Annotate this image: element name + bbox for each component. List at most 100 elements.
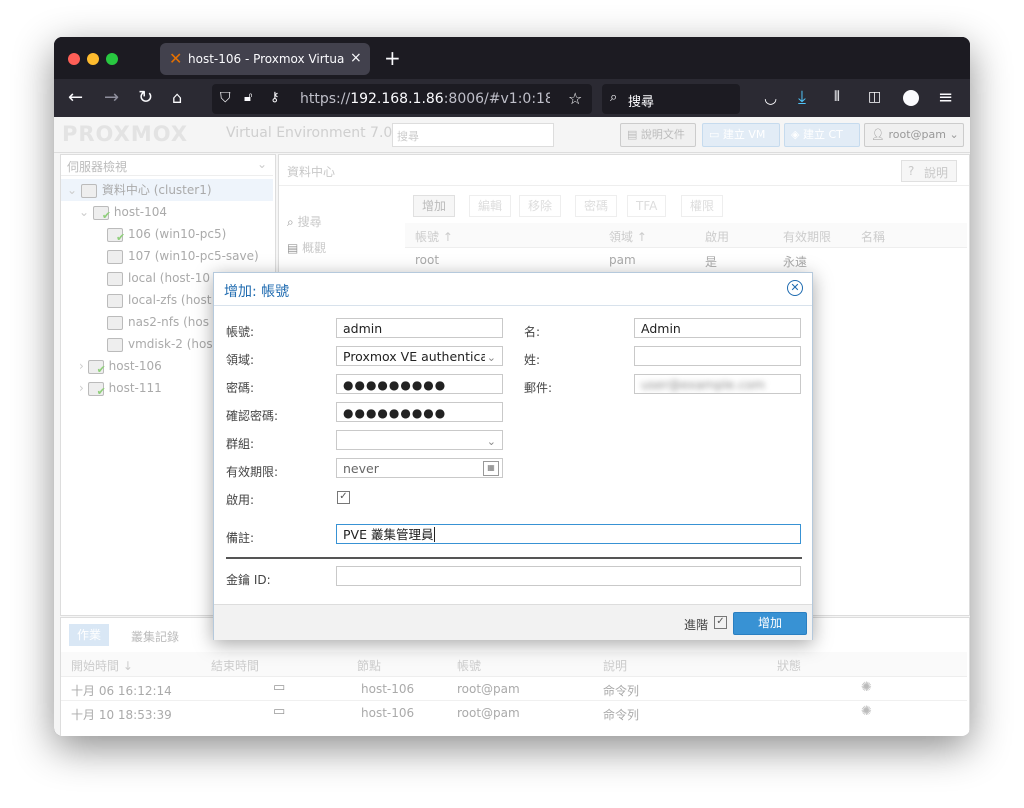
- toolbar-permission-button[interactable]: 權限: [681, 195, 724, 217]
- tree-item-vm-107[interactable]: 107 (win10-pc5-save): [107, 245, 259, 267]
- side-menu-overview[interactable]: ▤ 概觀: [287, 239, 326, 256]
- tree-item-storage-local[interactable]: local (host-10: [107, 267, 210, 289]
- lock-icon[interactable]: 🔓︎: [244, 90, 252, 105]
- advanced-checkbox[interactable]: ✓: [714, 616, 727, 629]
- add-button[interactable]: 增加: [733, 612, 807, 635]
- keyid-input[interactable]: [336, 566, 801, 586]
- library-icon[interactable]: ⫴: [834, 89, 840, 105]
- password-label: 密碼:: [226, 381, 255, 395]
- account-avatar-icon[interactable]: [903, 90, 919, 106]
- column-header[interactable]: 名稱: [861, 228, 885, 245]
- column-header[interactable]: 帳號: [457, 657, 481, 674]
- shield-icon[interactable]: ⛉: [220, 90, 231, 106]
- url-bar[interactable]: ⛉ 🔓︎ ⚷ https://192.168.1.86:8006/#v1:0:1…: [212, 84, 592, 114]
- realm-value: Proxmox VE authenticat: [343, 349, 493, 364]
- new-tab-button[interactable]: +: [384, 46, 401, 70]
- zoom-window-button[interactable]: [106, 53, 118, 65]
- side-menu-search[interactable]: ⌕ 搜尋: [287, 213, 322, 230]
- column-header[interactable]: 節點: [357, 657, 381, 674]
- browser-search-placeholder: 搜尋: [628, 95, 655, 110]
- back-arrow-icon[interactable]: ←: [68, 87, 83, 108]
- expire-date-input[interactable]: never ▦: [336, 458, 503, 478]
- column-header[interactable]: 狀態: [777, 657, 801, 674]
- tree-item-datacenter[interactable]: ⌄ 資料中心 (cluster1): [61, 179, 273, 201]
- close-icon[interactable]: ✕: [787, 280, 803, 296]
- tree-item-storage-local-zfs[interactable]: local-zfs (host: [107, 289, 211, 311]
- calendar-icon[interactable]: ▦: [483, 461, 499, 476]
- browser-tab[interactable]: ✕ host-106 - Proxmox Virtual Envir ×: [160, 43, 370, 75]
- download-icon[interactable]: ⤓: [798, 87, 806, 108]
- docs-button[interactable]: ▤ 說明文件: [620, 123, 696, 147]
- column-header[interactable]: 啟用: [705, 228, 729, 245]
- view-selector[interactable]: 伺服器檢視 ⌄: [61, 155, 273, 176]
- table-row[interactable]: 十月 10 18:53:39 ▭ host-106 root@pam 命令列 ✺: [61, 702, 967, 724]
- email-input[interactable]: user@example.com: [634, 374, 801, 394]
- minimize-window-button[interactable]: [87, 53, 99, 65]
- tree-label: host-111: [108, 381, 162, 395]
- toolbar-tfa-button[interactable]: TFA: [627, 195, 667, 217]
- cell-realm: pam: [609, 253, 636, 267]
- column-header[interactable]: 帳號 ↑: [415, 228, 453, 245]
- create-ct-label: 建立 CT: [802, 128, 843, 141]
- realm-select[interactable]: Proxmox VE authenticat ⌄: [336, 346, 503, 366]
- tree-item-storage-nas2-nfs[interactable]: nas2-nfs (hos: [107, 311, 209, 333]
- tab-tasks[interactable]: 作業: [69, 624, 110, 646]
- tree-label: host-104: [113, 205, 168, 219]
- chevron-down-icon: ⌄: [484, 348, 496, 365]
- toolbar-edit-button[interactable]: 編輯: [469, 195, 512, 217]
- home-icon[interactable]: ⌂: [172, 88, 182, 107]
- toolbar-password-button[interactable]: 密碼: [575, 195, 618, 217]
- group-select[interactable]: ⌄: [336, 430, 503, 450]
- forward-arrow-icon[interactable]: →: [104, 87, 119, 108]
- monitor-icon: ▭: [273, 704, 286, 719]
- column-header[interactable]: 說明: [603, 657, 627, 674]
- tree-item-host-104[interactable]: ⌄ host-104: [79, 201, 168, 227]
- key-icon[interactable]: ⚷: [270, 90, 280, 105]
- column-header[interactable]: 結束時間: [211, 657, 259, 674]
- pocket-icon[interactable]: ◡: [764, 89, 777, 107]
- tree-item-host-111[interactable]: › host-111: [79, 377, 162, 403]
- lastname-input[interactable]: [634, 346, 801, 366]
- tab-cluster-log[interactable]: 叢集記錄: [131, 628, 179, 645]
- password-input[interactable]: ●●●●●●●●●: [336, 374, 503, 394]
- search-icon: ⌕: [610, 90, 618, 105]
- help-button[interactable]: ? 說明: [901, 160, 957, 182]
- user-icon: 👤︎: [871, 128, 885, 141]
- expire-label: 有效期限:: [226, 465, 279, 479]
- table-row[interactable]: 十月 06 16:12:14 ▭ host-106 root@pam 命令列 ✺: [61, 678, 967, 701]
- firstname-input[interactable]: Admin: [634, 318, 801, 338]
- enabled-checkbox[interactable]: ✓: [337, 491, 350, 504]
- cell-user: root@pam: [457, 682, 520, 696]
- userid-input[interactable]: admin: [336, 318, 503, 338]
- column-header[interactable]: 開始時間 ↓: [71, 657, 133, 674]
- sidebar-icon[interactable]: ◫: [868, 89, 881, 105]
- storage-icon: [107, 293, 123, 308]
- user-menu-button[interactable]: 👤︎ root@pam ⌄: [864, 123, 964, 147]
- column-header[interactable]: 有效期限: [783, 228, 831, 245]
- browser-search-input[interactable]: ⌕ 搜尋: [602, 84, 740, 114]
- comment-label: 備註:: [226, 531, 255, 545]
- menu-hamburger-icon[interactable]: ≡: [938, 87, 953, 108]
- table-row[interactable]: root pam 是 永遠: [405, 249, 967, 271]
- caret-right-icon: ›: [79, 381, 84, 395]
- create-ct-button[interactable]: ◈ 建立 CT: [784, 123, 860, 147]
- bookmark-star-icon[interactable]: ☆: [568, 89, 582, 108]
- close-window-button[interactable]: [68, 53, 80, 65]
- tree-item-host-106[interactable]: › host-106: [79, 355, 162, 381]
- storage-icon: [107, 315, 123, 330]
- tree-item-vm-106[interactable]: 106 (win10-pc5): [107, 223, 226, 249]
- dialog-header: 增加: 帳號 ✕: [214, 273, 812, 306]
- reload-icon[interactable]: ↻: [138, 87, 153, 108]
- create-vm-button[interactable]: ▭ 建立 VM: [702, 123, 780, 147]
- tree-item-storage-vmdisk-2[interactable]: vmdisk-2 (hos: [107, 333, 213, 355]
- tab-close-icon[interactable]: ×: [350, 50, 362, 66]
- chevron-down-icon: ⌄: [257, 157, 268, 171]
- column-header[interactable]: 領域 ↑: [609, 228, 647, 245]
- comment-input[interactable]: PVE 叢集管理員: [336, 524, 801, 544]
- toolbar-remove-button[interactable]: 移除: [519, 195, 562, 217]
- toolbar-add-button[interactable]: 增加: [413, 195, 456, 217]
- confirm-password-input[interactable]: ●●●●●●●●●: [336, 402, 503, 422]
- vm-running-icon: [107, 227, 125, 249]
- pve-search-input[interactable]: 搜尋: [392, 123, 554, 147]
- cube-icon: ◈: [791, 128, 800, 141]
